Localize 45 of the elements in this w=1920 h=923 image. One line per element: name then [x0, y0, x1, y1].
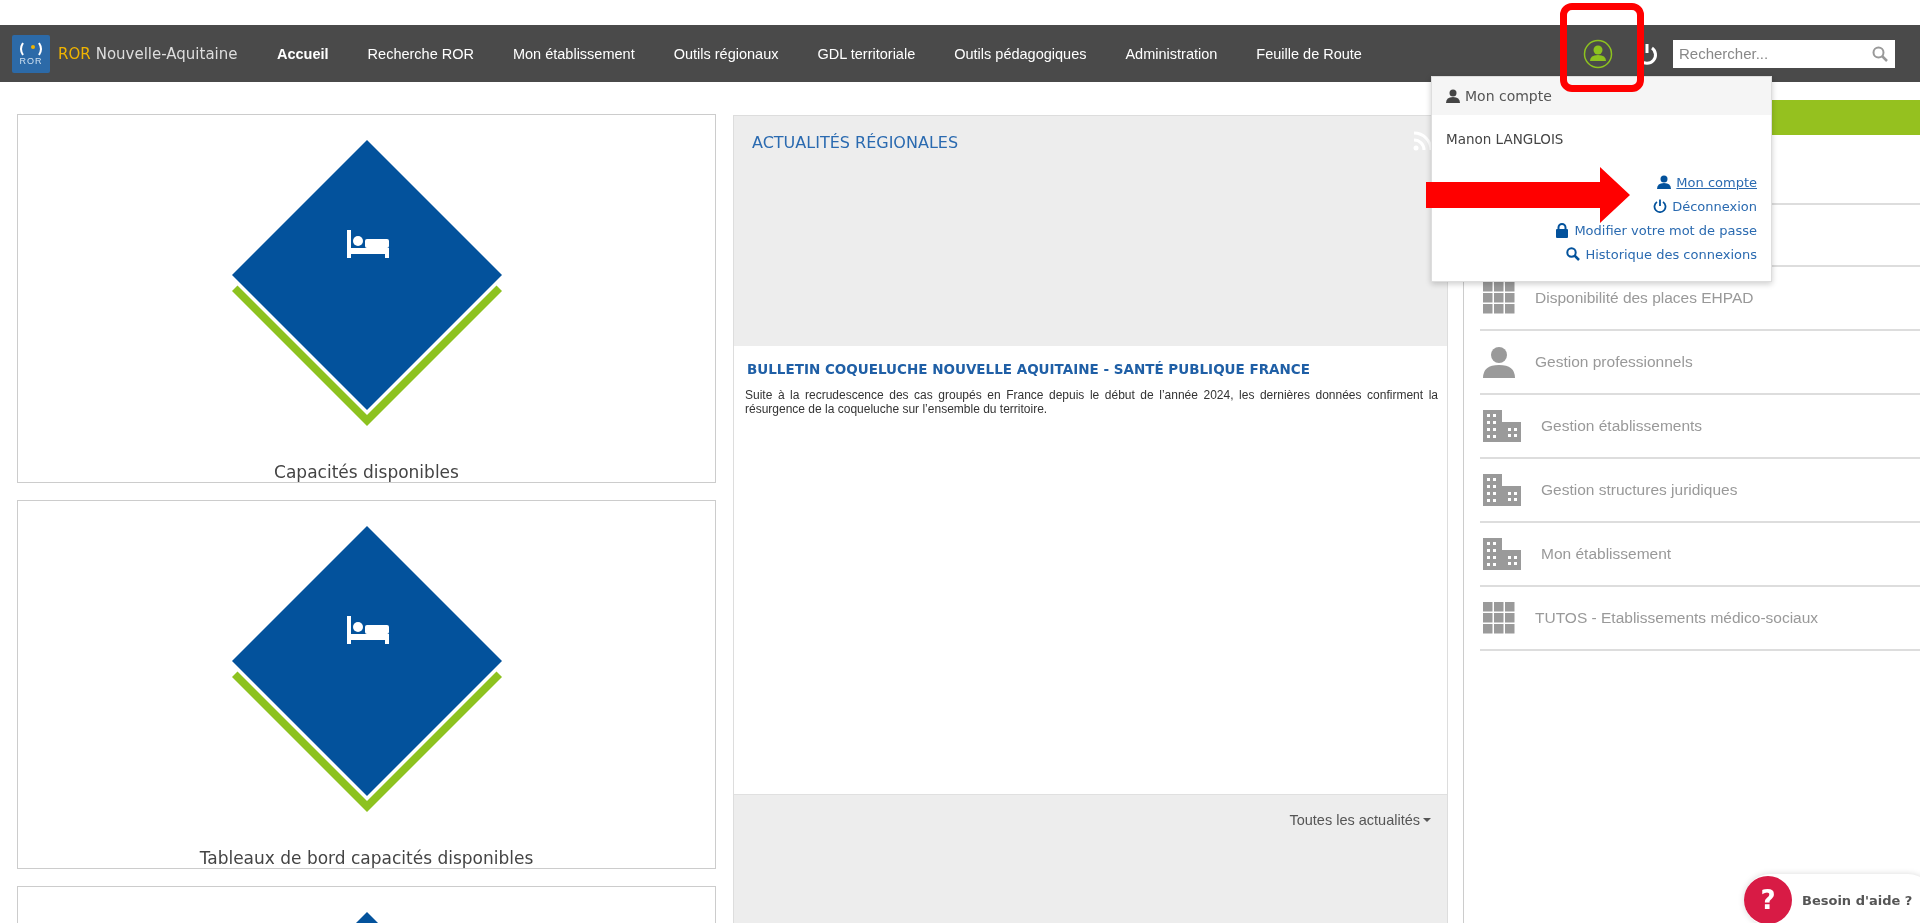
- caret-icon: [1423, 818, 1431, 822]
- building-icon: [1483, 474, 1521, 506]
- nav-link[interactable]: Outils régionaux: [673, 45, 779, 62]
- dashboard-tile[interactable]: Tableaux de bord capacités disponibles: [17, 500, 716, 869]
- article-summary: Suite à la recrudescence des cas groupés en France depuis le début de l’année 2024, les dernières données confirment la résurgence de la coqueluche sur l’ensemble du territoire.: [745, 388, 1438, 417]
- brand-name[interactable]: ROR: [58, 44, 91, 63]
- account-link[interactable]: Modifier votre mot de passe: [1555, 220, 1757, 240]
- nav-link[interactable]: Administration: [1125, 45, 1218, 62]
- bed-icon: [346, 616, 389, 644]
- user-icon: [1657, 175, 1672, 189]
- nav-link[interactable]: Mon établissement: [512, 45, 635, 62]
- building-icon: [1483, 538, 1521, 570]
- lock-icon: [1555, 222, 1570, 238]
- account-link[interactable]: Déconnexion: [1653, 196, 1757, 216]
- nav-link[interactable]: Accueil: [277, 45, 329, 62]
- person-icon: [1483, 346, 1515, 378]
- brand-region[interactable]: Nouvelle-Aquitaine: [95, 44, 238, 63]
- account-link[interactable]: Mon compte: [1657, 172, 1757, 192]
- nav-link[interactable]: Feuille de Route: [1256, 45, 1362, 62]
- nav-link[interactable]: Recherche ROR: [367, 45, 474, 62]
- article-title[interactable]: BULLETIN COQUELUCHE NOUVELLE AQUITAINE - SANTÉ PUBLIQUE FRANCE: [747, 361, 1310, 377]
- help-button[interactable]: ? Besoin d'aide ?: [1744, 874, 1920, 923]
- grid-icon: [1483, 602, 1515, 634]
- nav-link[interactable]: GDL territoriale: [817, 45, 916, 62]
- building-icon: [1483, 410, 1521, 442]
- news-heading: ACTUALITÉS RÉGIONALES: [752, 133, 959, 152]
- account-link[interactable]: Historique des connexions: [1566, 244, 1757, 264]
- nav-link[interactable]: Outils pédagogiques: [954, 45, 1087, 62]
- bed-icon: [346, 230, 389, 258]
- grid-icon: [1483, 282, 1515, 314]
- tile-caption: Capacités disponibles: [274, 462, 459, 482]
- power-icon: [1653, 199, 1668, 213]
- user-icon[interactable]: [1583, 38, 1613, 69]
- all-news-link[interactable]: Toutes les actualités: [1289, 811, 1431, 829]
- user-name: Manon LANGLOIS: [1445, 130, 1565, 149]
- tile-caption: Tableaux de bord capacités disponibles: [199, 848, 534, 868]
- search-field[interactable]: Rechercher...: [1673, 39, 1895, 68]
- user-icon: [1446, 89, 1460, 103]
- search-icon[interactable]: [1872, 45, 1888, 62]
- menu-title: Mon compte: [1465, 88, 1552, 104]
- dashboard-tile[interactable]: Capacités disponibles: [17, 114, 716, 483]
- search-icon: [1566, 247, 1581, 261]
- rss-icon[interactable]: [1413, 131, 1433, 151]
- logo-badge[interactable]: ROR: [12, 34, 50, 73]
- logo-icon: [18, 41, 44, 56]
